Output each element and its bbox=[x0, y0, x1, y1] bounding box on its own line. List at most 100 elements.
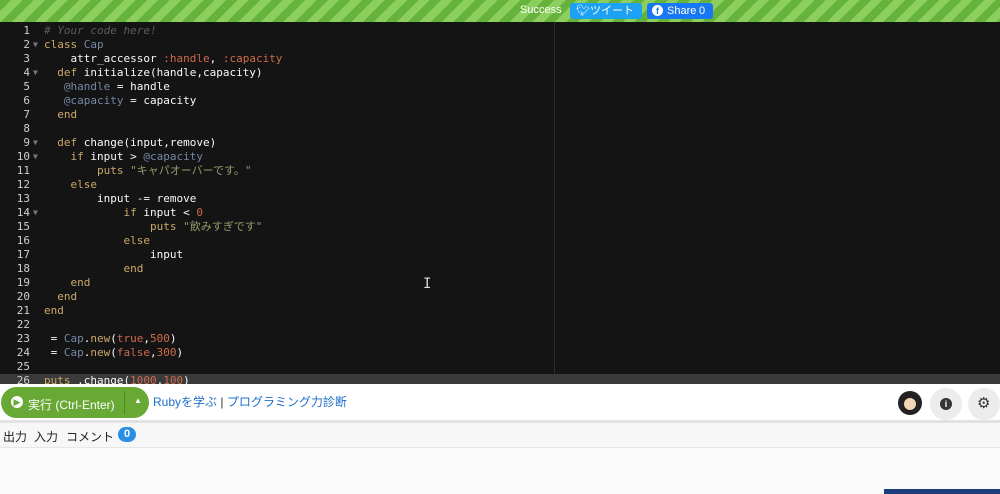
code-line[interactable]: 20 end bbox=[0, 290, 1000, 304]
learn-ruby-link[interactable]: Rubyを学ぶ bbox=[153, 395, 217, 409]
code-text: @capacity = capacity bbox=[63, 94, 197, 107]
line-number: 3 bbox=[23, 52, 30, 65]
code-text: = Cap.new(false,300) bbox=[44, 346, 184, 359]
code-line[interactable]: 25 bbox=[0, 360, 1000, 374]
code-line[interactable]: 13 input -= remove bbox=[0, 192, 1000, 206]
line-number: 2 bbox=[23, 38, 30, 51]
code-line[interactable]: 18 end bbox=[0, 262, 1000, 276]
comment-count-badge: 0 bbox=[118, 427, 136, 442]
line-number: 25 bbox=[16, 360, 30, 373]
code-text: puts "キャパオーバーです。" bbox=[96, 164, 252, 177]
line-number: 7 bbox=[23, 108, 30, 121]
tweet-button[interactable]: 🐦︎ ツイート bbox=[570, 3, 642, 19]
text-cursor-icon: I bbox=[423, 276, 432, 292]
code-line[interactable]: 22 bbox=[0, 318, 1000, 332]
code-text: def initialize(handle,capacity) bbox=[57, 66, 263, 79]
code-line[interactable]: 9 ▼ def change(input,remove) bbox=[0, 136, 1000, 150]
play-circle-icon: ▶ bbox=[11, 396, 23, 408]
avatar-face bbox=[904, 398, 916, 410]
code-line[interactable]: 15 puts "飲みすぎです" bbox=[0, 220, 1000, 234]
code-line[interactable]: 3 attr_accessor :handle, :capacity bbox=[0, 52, 1000, 66]
code-line[interactable]: 10 ▼ if input > @capacity bbox=[0, 150, 1000, 164]
info-icon: i bbox=[940, 398, 952, 410]
line-number: 4 bbox=[23, 66, 30, 79]
code-text: def change(input,remove) bbox=[57, 136, 217, 149]
code-line[interactable]: 17 input bbox=[0, 248, 1000, 262]
caret-up-icon[interactable]: ▲ bbox=[134, 396, 142, 405]
line-number: 26 bbox=[16, 374, 30, 384]
code-line[interactable]: 24 = Cap.new(false,300) bbox=[0, 346, 1000, 360]
code-text: # Your code here! bbox=[44, 24, 157, 37]
tab-input[interactable]: 入力 bbox=[34, 428, 58, 445]
code-text: else bbox=[70, 178, 98, 191]
fold-arrow-icon[interactable]: ▼ bbox=[33, 206, 38, 220]
line-number: 23 bbox=[16, 332, 30, 345]
code-text: end bbox=[57, 108, 78, 121]
tab-comment[interactable]: コメント bbox=[66, 428, 114, 445]
line-number: 14 bbox=[16, 206, 30, 219]
line-number: 6 bbox=[23, 94, 30, 107]
line-number: 18 bbox=[16, 262, 30, 275]
code-line[interactable]: 7 end bbox=[0, 108, 1000, 122]
run-button[interactable]: ▶ 実行 (Ctrl-Enter) ▲ bbox=[1, 387, 149, 418]
link-separator: | bbox=[220, 395, 224, 409]
code-text: end bbox=[70, 276, 91, 289]
info-button[interactable]: i bbox=[930, 388, 962, 420]
code-text: input bbox=[44, 248, 184, 261]
code-text: if input > @capacity bbox=[70, 150, 203, 163]
run-toolbar: ▶ 実行 (Ctrl-Enter) ▲ Rubyを学ぶ | プログラミング力診断… bbox=[0, 384, 1000, 423]
fold-arrow-icon[interactable]: ▼ bbox=[33, 136, 38, 150]
fold-arrow-icon[interactable]: ▼ bbox=[33, 38, 38, 52]
twitter-bird-icon: 🐦︎ bbox=[576, 5, 590, 17]
line-number: 21 bbox=[16, 304, 30, 317]
code-text: @handle = handle bbox=[63, 80, 170, 93]
code-text: = Cap.new(true,500) bbox=[44, 332, 177, 345]
line-number: 13 bbox=[16, 192, 30, 205]
facebook-share-button[interactable]: f Share 0 bbox=[647, 3, 713, 19]
avatar[interactable] bbox=[898, 391, 922, 415]
code-text: end bbox=[123, 262, 144, 275]
fold-arrow-icon[interactable]: ▼ bbox=[33, 66, 38, 80]
gear-icon: ⚙ bbox=[977, 395, 991, 412]
code-line[interactable]: 21 end bbox=[0, 304, 1000, 318]
code-line[interactable]: 23 = Cap.new(true,500) bbox=[0, 332, 1000, 346]
line-number: 19 bbox=[16, 276, 30, 289]
code-line[interactable]: 5 @handle = handle bbox=[0, 80, 1000, 94]
code-line[interactable]: 26 puts .change(1000,100) bbox=[0, 374, 1000, 384]
line-number: 1 bbox=[23, 24, 30, 37]
run-status: Success bbox=[520, 4, 562, 16]
code-line[interactable]: 19 end bbox=[0, 276, 1000, 290]
output-panel bbox=[0, 448, 1000, 494]
code-line[interactable]: 8 bbox=[0, 122, 1000, 136]
code-text: end bbox=[44, 304, 64, 317]
programming-diagnosis-link[interactable]: プログラミング力診断 bbox=[227, 395, 347, 409]
code-line[interactable]: 16 else bbox=[0, 234, 1000, 248]
code-editor[interactable]: 1 # Your code here! 2 ▼ class Cap 3 attr_acce… bbox=[0, 22, 1000, 384]
status-bar: Success 🐦︎ ツイート f Share 0 bbox=[0, 0, 1000, 22]
share-count: 0 bbox=[699, 5, 706, 17]
header-links: Rubyを学ぶ | プログラミング力診断 bbox=[153, 393, 347, 410]
code-line[interactable]: 4 ▼ def initialize(handle,capacity) bbox=[0, 66, 1000, 80]
code-text: puts "飲みすぎです" bbox=[149, 220, 263, 233]
line-number: 16 bbox=[16, 234, 30, 247]
share-label: Share bbox=[667, 5, 697, 17]
line-number: 8 bbox=[23, 122, 30, 135]
code-line[interactable]: 14 ▼ if input < 0 bbox=[0, 206, 1000, 220]
code-line[interactable]: 6 @capacity = capacity bbox=[0, 94, 1000, 108]
corner-bar bbox=[884, 489, 1000, 494]
code-line[interactable]: 11 puts "キャパオーバーです。" bbox=[0, 164, 1000, 178]
fold-arrow-icon[interactable]: ▼ bbox=[33, 150, 38, 164]
line-number: 17 bbox=[16, 248, 30, 261]
code-line[interactable]: 2 ▼ class Cap bbox=[0, 38, 1000, 52]
line-number: 12 bbox=[16, 178, 30, 191]
code-line[interactable]: 1 # Your code here! bbox=[0, 24, 1000, 38]
line-number: 15 bbox=[16, 220, 30, 233]
settings-button[interactable]: ⚙ bbox=[968, 388, 1000, 420]
line-number: 24 bbox=[16, 346, 30, 359]
tweet-label: ツイート bbox=[590, 5, 634, 17]
tab-output[interactable]: 出力 bbox=[3, 428, 27, 445]
run-divider bbox=[124, 391, 125, 414]
code-line[interactable]: 12 else bbox=[0, 178, 1000, 192]
code-text: class Cap bbox=[44, 38, 104, 51]
line-number: 5 bbox=[23, 80, 30, 93]
